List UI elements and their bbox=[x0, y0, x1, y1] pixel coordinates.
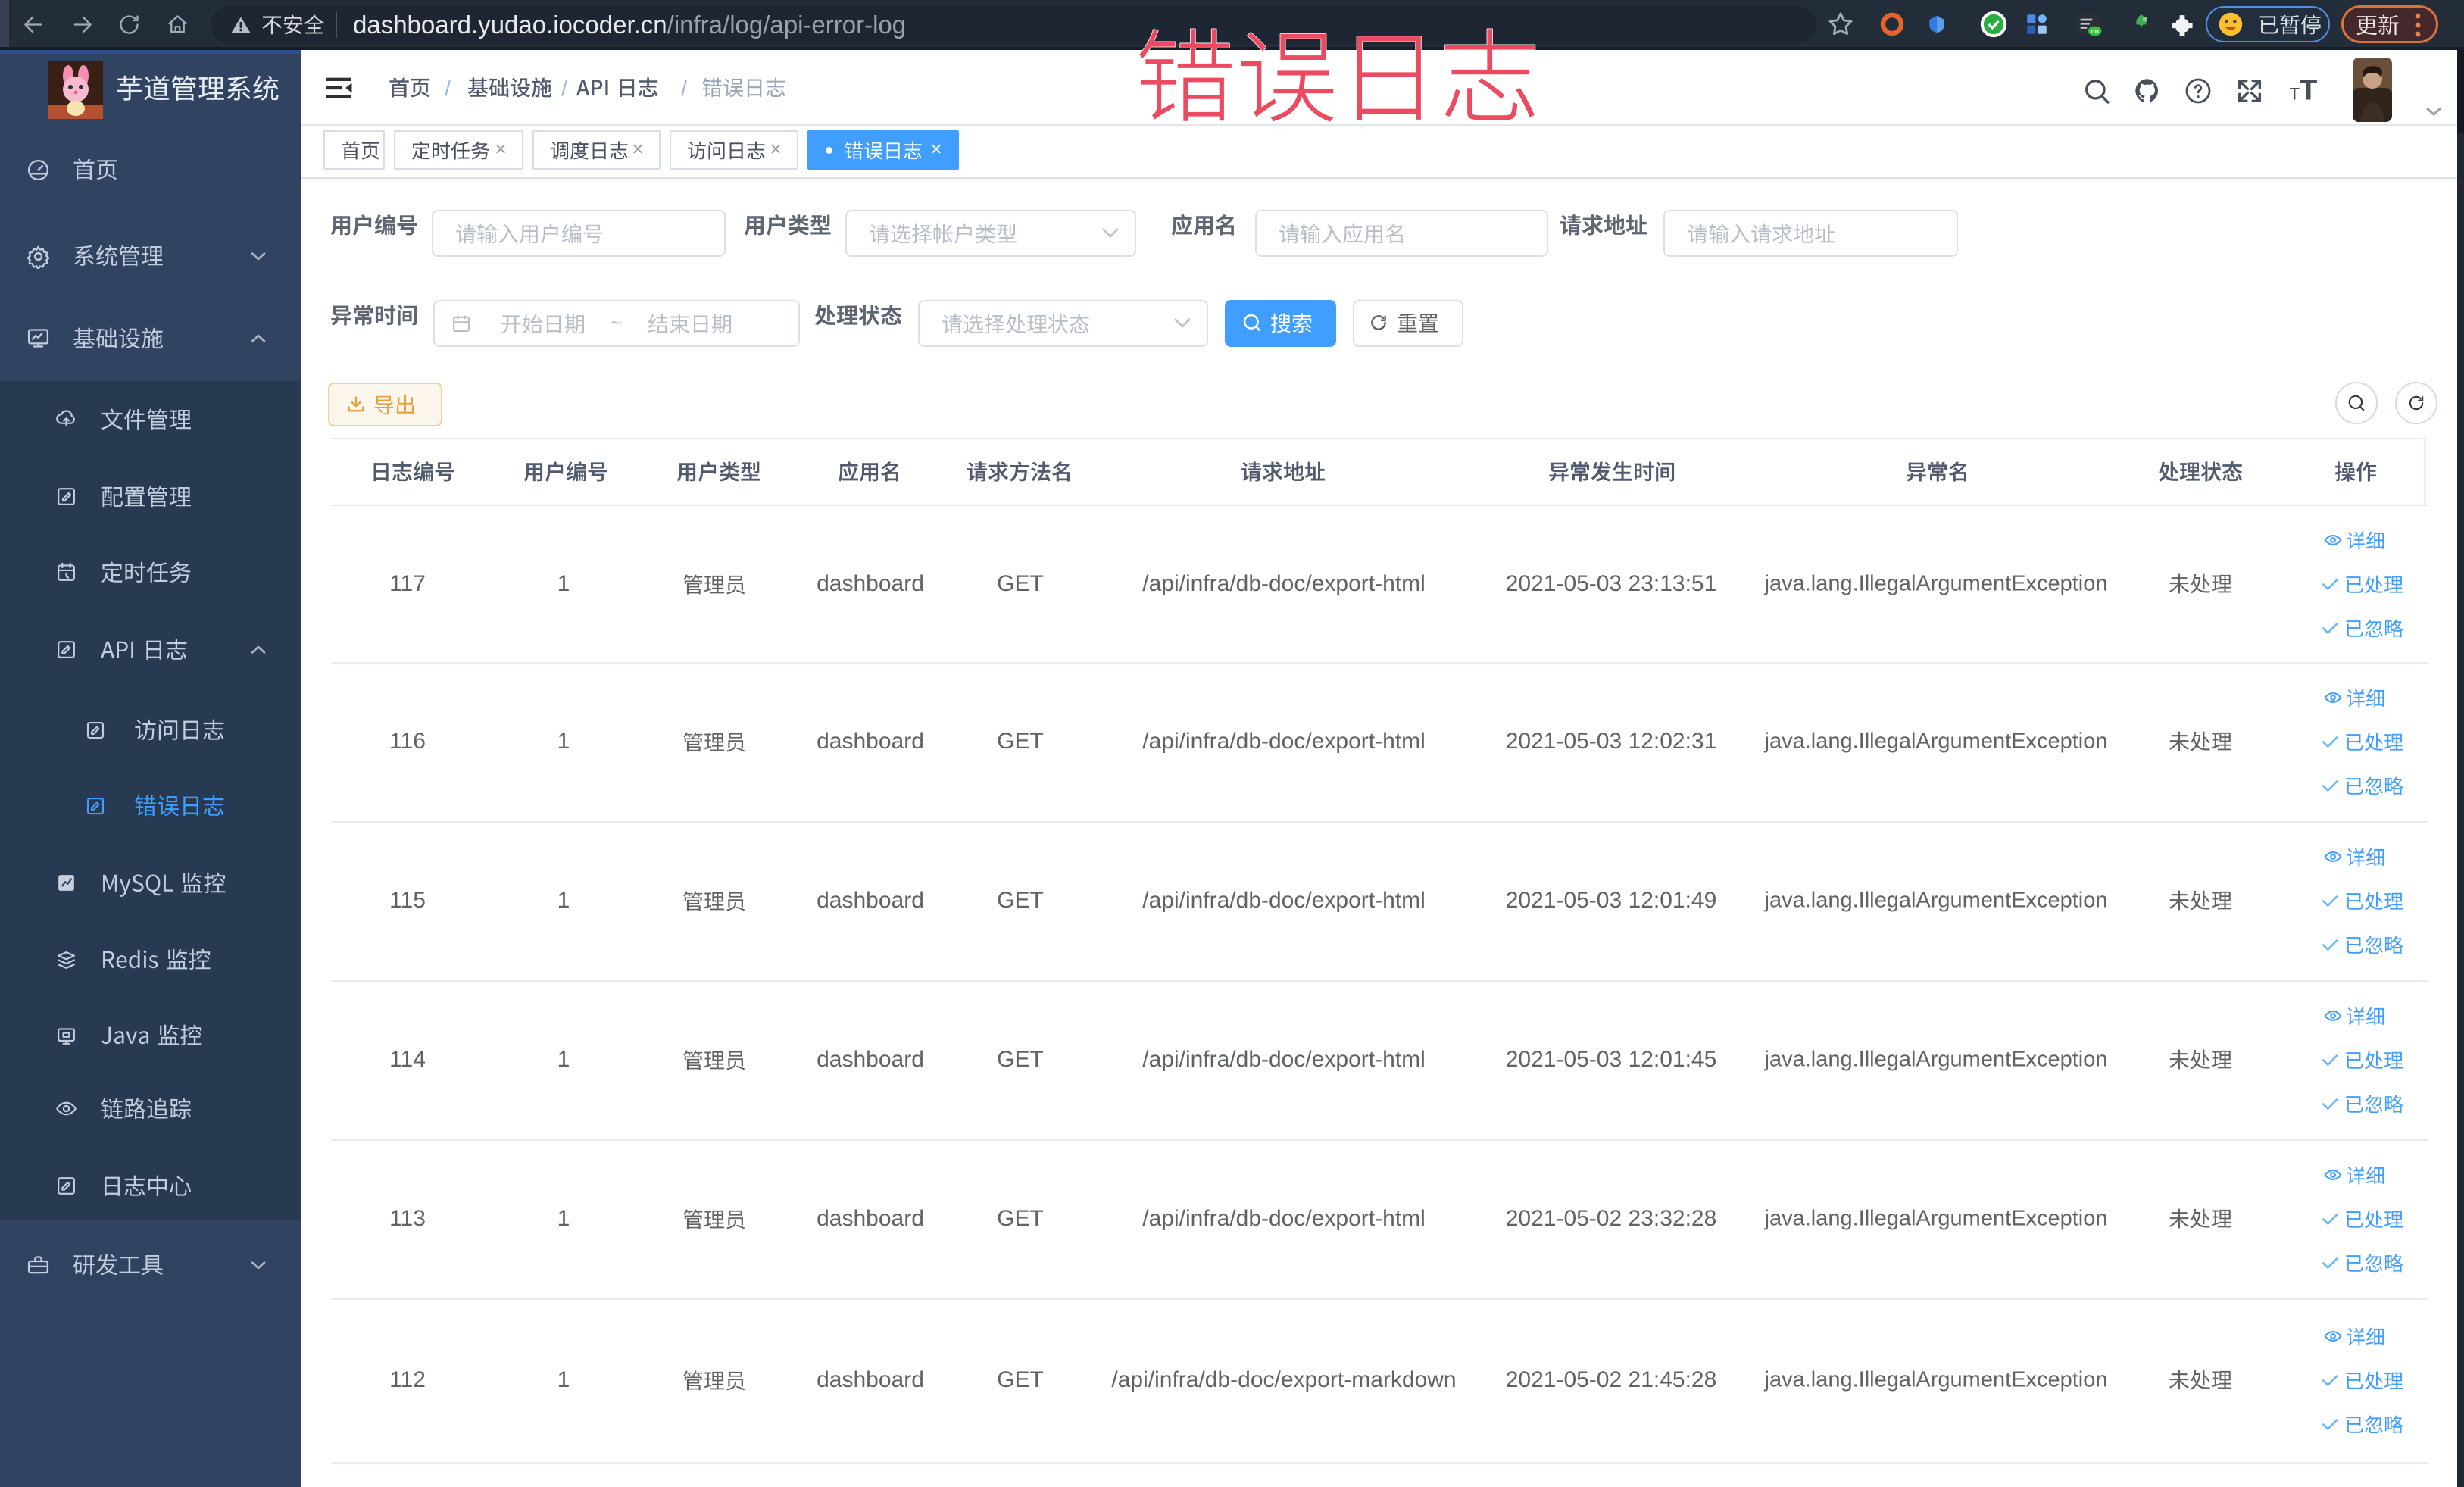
svg-text:on: on bbox=[2091, 27, 2099, 35]
